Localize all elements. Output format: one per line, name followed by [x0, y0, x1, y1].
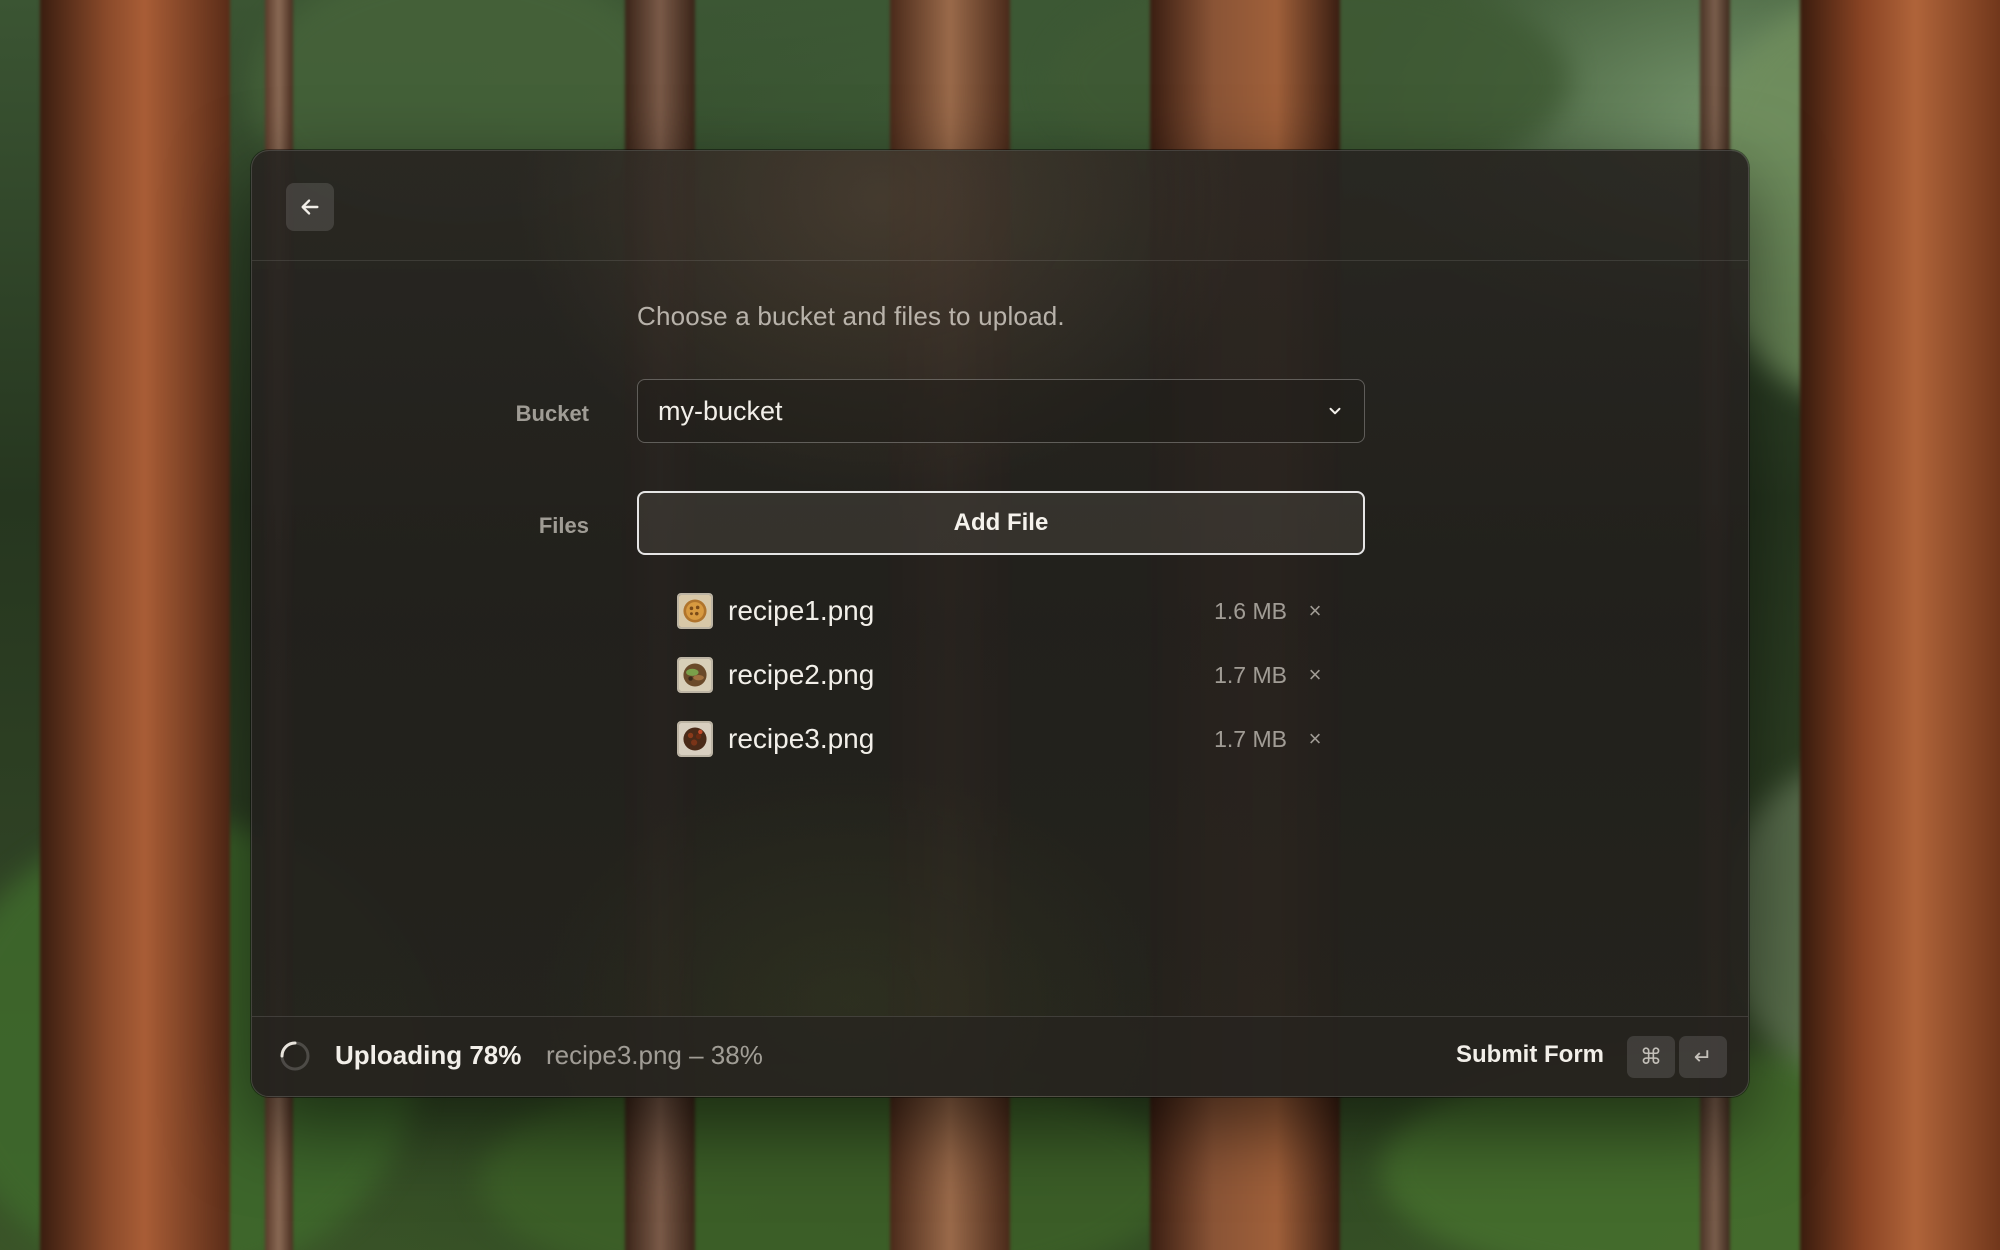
file-thumbnail [677, 593, 713, 629]
submit-form-button[interactable]: Submit Form [1456, 1041, 1604, 1069]
window-toolbar [252, 151, 1748, 261]
file-size: 1.6 MB [1214, 597, 1287, 624]
file-list-item: recipe1.png 1.6 MB × [677, 589, 1325, 633]
files-label: Files [538, 513, 589, 538]
action-bar: Uploading 78% recipe3.png – 38% Submit F… [252, 1016, 1748, 1096]
file-thumbnail [677, 657, 713, 693]
bucket-selected-value: my-bucket [658, 395, 783, 426]
file-list-item: recipe2.png 1.7 MB × [677, 653, 1325, 697]
bucket-dropdown[interactable]: my-bucket [637, 379, 1365, 443]
file-name: recipe2.png [728, 659, 875, 690]
add-file-button[interactable]: Add File [637, 491, 1365, 555]
file-size: 1.7 MB [1214, 725, 1287, 752]
bucket-label: Bucket [515, 401, 589, 426]
file-list-item: recipe3.png 1.7 MB × [677, 717, 1325, 761]
upload-status: Uploading 78% [335, 1040, 522, 1070]
form-description: Choose a bucket and files to upload. [637, 301, 1065, 331]
return-key-icon: ↵ [1679, 1036, 1727, 1078]
upload-current-file: recipe3.png – 38% [546, 1040, 763, 1070]
file-thumbnail [677, 721, 713, 757]
remove-file-button[interactable]: × [1305, 662, 1325, 688]
command-key-icon: ⌘ [1627, 1036, 1675, 1078]
file-name: recipe3.png [728, 723, 875, 754]
remove-file-button[interactable]: × [1305, 598, 1325, 624]
spinner-icon [278, 1039, 312, 1073]
back-button[interactable] [286, 183, 334, 231]
remove-file-button[interactable]: × [1305, 726, 1325, 752]
upload-window: Choose a bucket and files to upload. Buc… [251, 150, 1749, 1097]
file-name: recipe1.png [728, 595, 875, 626]
chevron-down-icon [1326, 402, 1344, 420]
arrow-left-icon [301, 199, 319, 215]
file-size: 1.7 MB [1214, 661, 1287, 688]
